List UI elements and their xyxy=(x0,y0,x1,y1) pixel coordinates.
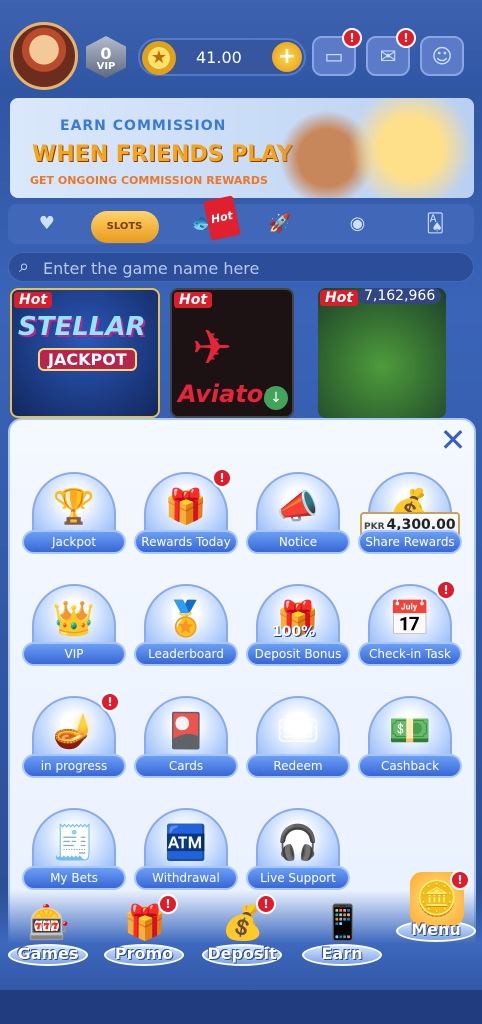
search-input[interactable] xyxy=(43,257,463,279)
nav-label: Games xyxy=(17,944,79,963)
slots-label: SLOTS xyxy=(90,211,159,243)
banner-line1: EARN COMMISSION xyxy=(60,118,227,134)
hot-badge: Hot xyxy=(174,292,213,308)
tab-favorites[interactable]: ♥ xyxy=(8,204,86,244)
game-card-stellar-jackpot[interactable]: Hot STELLAR JACKPOT xyxy=(10,288,160,418)
alert-badge: ! xyxy=(212,468,232,488)
balance-box: ★ 41.00 + xyxy=(138,38,306,76)
vip-badge[interactable]: 0 VIP xyxy=(86,36,126,78)
earn-icon: 📱 xyxy=(321,903,365,943)
menu-tile-deposit-bonus[interactable]: 🎁 100% Deposit Bonus xyxy=(246,584,350,680)
cards-icon: 🂡 xyxy=(425,213,445,234)
menu-tile-label: Withdrawal xyxy=(134,866,238,890)
mail-button[interactable]: ✉ ! xyxy=(366,28,416,76)
heart-icon: ♥ xyxy=(38,213,55,234)
banner-illustration xyxy=(264,98,474,198)
menu-tile-jackpot[interactable]: 🏆 Jackpot xyxy=(22,472,126,568)
menu-tile-label: Check-in Task xyxy=(358,642,462,666)
game-title: STELLAR xyxy=(18,312,146,342)
banner-line3: GET ONGOING COMMISSION REWARDS xyxy=(30,174,268,187)
hot-badge: Hot xyxy=(320,290,359,306)
category-tabs: ♥ SLOTS 🐟 Hot 🚀 ◉ 🂡 xyxy=(8,195,474,244)
game-subtitle: JACKPOT xyxy=(38,348,137,371)
menu-tile-label: Deposit Bonus xyxy=(246,642,350,666)
avatar[interactable] xyxy=(10,22,78,90)
tab-slots[interactable]: SLOTS xyxy=(86,204,164,244)
nav-menu[interactable]: 🪙 Menu! xyxy=(390,870,480,962)
menu-tile-leaderboard[interactable]: 🏅 Leaderboard xyxy=(134,584,238,680)
top-bar: 0 VIP ★ 41.00 + ▭ ! ✉ ! ☺ xyxy=(0,0,482,92)
menu-tile-label: in progress xyxy=(22,754,126,778)
tab-fishing[interactable]: 🐟 Hot xyxy=(163,195,242,244)
alert-badge: ! xyxy=(100,692,120,712)
deposit-bonus-percent: 100% xyxy=(272,624,316,640)
menu-tile-share-rewards[interactable]: 💰 PKR 4,300.00 Share Rewards xyxy=(358,472,462,568)
roulette-icon: ◉ xyxy=(349,213,366,234)
chat-icon: ☺ xyxy=(431,44,453,68)
menu-tile-vip[interactable]: 👑 VIP xyxy=(22,584,126,680)
star-coin-icon: ★ xyxy=(142,41,176,75)
tab-live[interactable]: ◉ xyxy=(319,204,397,244)
balance-amount: 41.00 xyxy=(196,48,242,67)
home-bar xyxy=(0,990,482,1024)
alert-badge: ! xyxy=(158,894,178,914)
nav-label: Promo xyxy=(114,944,174,963)
tab-cards[interactable]: 🂡 xyxy=(396,204,474,244)
wallet-alert-badge: ! xyxy=(342,28,362,48)
download-icon[interactable]: ↓ xyxy=(264,386,288,410)
menu-tile-label: Live Support xyxy=(246,866,350,890)
banner-line2: WHEN FRIENDS PLAY xyxy=(32,142,293,167)
add-funds-button[interactable]: + xyxy=(272,42,302,72)
game-card-jackpot[interactable]: Hot 7,162,966 xyxy=(318,288,446,418)
nav-label: Deposit xyxy=(207,944,277,963)
mail-icon: ✉ xyxy=(379,44,397,68)
menu-tile-label: Redeem xyxy=(246,754,350,778)
games-icon: 🎰 xyxy=(27,903,71,943)
game-card-aviator[interactable]: Hot ✈ Aviator ↓ xyxy=(170,288,294,418)
menu-tile-label: VIP xyxy=(22,642,126,666)
support-chat-button[interactable]: ☺ xyxy=(420,36,464,76)
search-icon: ⌕ xyxy=(19,256,30,277)
jackpot-counter: 7,162,966 xyxy=(358,288,442,304)
menu-tile-label: Cards xyxy=(134,754,238,778)
menu-tile-cashback[interactable]: 💵 Cashback xyxy=(358,696,462,792)
vip-label: VIP xyxy=(96,61,116,72)
menu-tile-check-in-task[interactable]: 📅 Check-in Task! xyxy=(358,580,462,680)
menu-tile-label: Jackpot xyxy=(22,530,126,554)
menu-tile-redeem[interactable]: 🎟 Redeem xyxy=(246,696,350,792)
alert-badge: ! xyxy=(436,580,456,600)
hot-badge: Hot xyxy=(14,292,53,308)
alert-badge: ! xyxy=(256,894,276,914)
menu-tile-label: Leaderboard xyxy=(134,642,238,666)
menu-tile-notice[interactable]: 📣 Notice xyxy=(246,472,350,568)
mail-alert-badge: ! xyxy=(396,28,416,48)
hot-tag: Hot xyxy=(203,195,242,241)
nav-earn[interactable]: 📱 Earn xyxy=(296,896,386,986)
wallet-icon: ▭ xyxy=(324,44,344,68)
menu-tile-cards[interactable]: 🎴 Cards xyxy=(134,696,238,792)
nav-label: Earn xyxy=(321,944,363,963)
menu-tile-label: Rewards Today xyxy=(134,530,238,554)
rocket-icon: 🚀 xyxy=(268,213,292,234)
nav-games[interactable]: 🎰 Games xyxy=(2,896,92,986)
menu-tile-in-progress[interactable]: 🪔 in progress! xyxy=(22,692,126,792)
menu-tile-rewards-today[interactable]: 🎁 Rewards Today! xyxy=(134,468,238,568)
nav-promo[interactable]: 🎁 Promo! xyxy=(98,894,188,986)
close-icon[interactable]: ✕ xyxy=(436,424,470,458)
tab-crash[interactable]: 🚀 xyxy=(241,204,319,244)
menu-tile-label: Cashback xyxy=(358,754,462,778)
search-bar: ⌕ xyxy=(8,252,474,282)
promo-banner[interactable]: EARN COMMISSION WHEN FRIENDS PLAY GET ON… xyxy=(10,98,474,198)
menu-tile-label: Share Rewards xyxy=(358,530,462,554)
alert-badge: ! xyxy=(450,870,470,890)
plane-icon: ✈ xyxy=(192,320,233,376)
nav-label: Menu xyxy=(411,920,461,939)
menu-tile-label: Notice xyxy=(246,530,350,554)
wallet-button[interactable]: ▭ ! xyxy=(312,28,362,76)
menu-tile-label: My Bets xyxy=(22,866,126,890)
game-title: Aviator xyxy=(178,380,276,408)
nav-deposit[interactable]: 💰 Deposit! xyxy=(196,894,286,986)
vip-level: 0 xyxy=(100,44,112,63)
